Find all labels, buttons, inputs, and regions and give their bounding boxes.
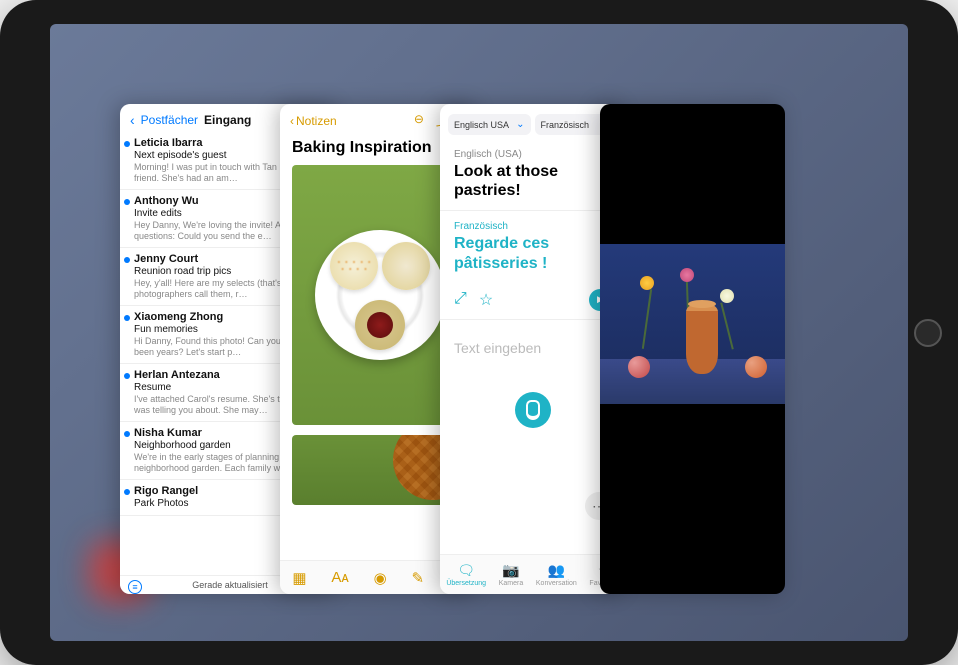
- filter-icon[interactable]: [128, 580, 142, 594]
- dst-text: Regarde ces pâtisseries !: [454, 234, 611, 272]
- source-block: Englisch (USA) Look at those pastries!: [440, 145, 625, 211]
- format-icon[interactable]: Aᴀ: [331, 569, 348, 586]
- src-text: Look at those pastries!: [454, 162, 611, 200]
- people-tab-icon: 👥: [548, 562, 565, 579]
- chevron-left-icon: ‹: [290, 114, 294, 128]
- ipad-device-frame: Mail Eingang ‹ Postfächer Eingang Letici…: [0, 0, 958, 665]
- app-card-translate[interactable]: 文A Übersetzen Englisch USA ⌄ Französisch…: [440, 104, 625, 594]
- favorite-icon[interactable]: ☆: [479, 290, 493, 310]
- tab-conversation[interactable]: 👥Konversation: [536, 562, 577, 587]
- dst-lang-label: Französisch: [454, 221, 611, 232]
- tab-label: Kamera: [499, 580, 524, 587]
- draw-icon[interactable]: ✎: [412, 569, 425, 587]
- chevron-left-icon[interactable]: ‹: [130, 112, 135, 128]
- lang-from-label: Englisch USA: [454, 120, 509, 130]
- translate-actions: ⤢ ☆: [440, 283, 625, 319]
- app-card-photos[interactable]: Fotos: [600, 104, 785, 594]
- table-icon[interactable]: ▦: [292, 569, 306, 587]
- notes-back-button[interactable]: ‹ Notizen: [290, 114, 337, 128]
- screen: Mail Eingang ‹ Postfächer Eingang Letici…: [50, 24, 908, 641]
- dest-block: Französisch Regarde ces pâtisseries !: [440, 211, 625, 282]
- photo-still-life: [600, 244, 785, 404]
- camera-tab-icon: 📷: [502, 562, 519, 579]
- lang-from-selector[interactable]: Englisch USA ⌄: [448, 114, 531, 135]
- tab-camera[interactable]: 📷Kamera: [499, 562, 524, 587]
- mail-status-text: Gerade aktualisiert: [192, 580, 268, 590]
- chevron-down-icon: ⌄: [516, 119, 524, 130]
- expand-icon[interactable]: ⤢: [454, 290, 467, 310]
- microphone-button[interactable]: [515, 392, 551, 428]
- tab-translate[interactable]: 🗨Übersetzung: [446, 562, 486, 587]
- src-lang-label: Englisch (USA): [454, 149, 611, 160]
- mail-back-button[interactable]: Postfächer: [141, 113, 198, 127]
- app-switcher[interactable]: Mail Eingang ‹ Postfächer Eingang Letici…: [50, 24, 908, 641]
- checklist-icon[interactable]: ⊖: [414, 112, 424, 129]
- translate-tabbar: 🗨Übersetzung 📷Kamera 👥Konversation ★Favo…: [440, 554, 625, 594]
- camera-icon[interactable]: ◉: [374, 569, 387, 587]
- mail-inbox-title: Eingang: [204, 113, 251, 127]
- language-selectors: Englisch USA ⌄ Französisch ⌄: [440, 104, 625, 145]
- translate-tab-icon: 🗨: [457, 562, 475, 579]
- notes-back-label: Notizen: [296, 114, 337, 128]
- home-button[interactable]: [914, 319, 942, 347]
- tab-label: Konversation: [536, 580, 577, 587]
- lang-to-label: Französisch: [541, 120, 590, 130]
- tab-label: Übersetzung: [446, 580, 486, 587]
- text-input-placeholder[interactable]: Text eingeben: [440, 320, 625, 376]
